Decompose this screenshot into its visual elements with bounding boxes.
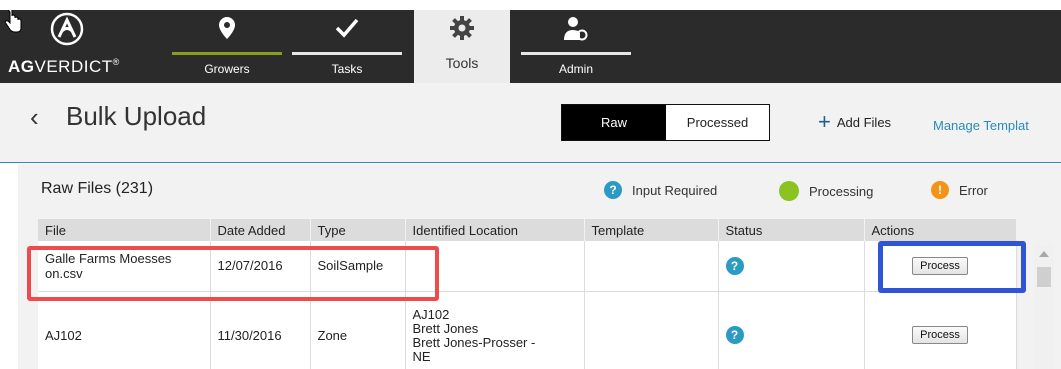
legend-input-required: ? Input Required bbox=[604, 181, 717, 199]
admin-tab-underline bbox=[521, 52, 631, 55]
raw-toggle-button[interactable]: Raw bbox=[562, 105, 666, 140]
location-line: NE bbox=[412, 349, 431, 364]
hand-cursor-icon bbox=[4, 10, 22, 33]
location-line: Brett Jones bbox=[412, 321, 479, 336]
location-pin-icon bbox=[219, 17, 235, 39]
column-header-status[interactable]: Status bbox=[718, 219, 865, 241]
identified-location-cell: AJ102 Brett Jones Brett Jones-Prosser - … bbox=[405, 291, 585, 369]
vertical-scrollbar[interactable] bbox=[1034, 245, 1054, 369]
plus-icon: + bbox=[818, 109, 831, 134]
template-cell[interactable] bbox=[584, 291, 719, 369]
question-icon: ? bbox=[604, 181, 622, 199]
file-cell: AJ102 bbox=[38, 291, 211, 369]
processing-dot-icon bbox=[779, 181, 799, 201]
scroll-up-arrow-icon[interactable] bbox=[1039, 251, 1049, 257]
add-files-label: Add Files bbox=[836, 114, 892, 130]
file-name-line: Galle Farms Moesses bbox=[45, 250, 172, 266]
tab-label: Tools bbox=[445, 55, 479, 71]
type-cell: Zone bbox=[310, 291, 406, 369]
scrollbar-thumb[interactable] bbox=[1037, 267, 1051, 287]
column-header-type[interactable]: Type bbox=[310, 219, 406, 241]
tab-growers[interactable]: Growers bbox=[172, 10, 282, 83]
template-cell[interactable] bbox=[584, 241, 719, 292]
column-header-file[interactable]: File bbox=[38, 219, 211, 241]
file-name-line: on.csv bbox=[45, 265, 83, 281]
actions-cell: Process bbox=[864, 291, 1017, 369]
location-line: Brett Jones-Prosser - bbox=[412, 335, 536, 350]
question-icon[interactable]: ? bbox=[725, 256, 744, 275]
legend-processing: Processing bbox=[779, 181, 873, 201]
agverdict-logo-icon bbox=[50, 12, 84, 46]
column-header-actions: Actions bbox=[864, 219, 1017, 241]
legend-error: ! Error bbox=[931, 181, 988, 199]
location-line: AJ102 bbox=[412, 307, 450, 322]
agverdict-logo[interactable]: AGVERDICT® bbox=[0, 10, 160, 83]
tab-label: Admin bbox=[558, 62, 593, 76]
legend-label: Input Required bbox=[632, 182, 718, 198]
status-cell: ? bbox=[718, 241, 865, 292]
column-header-template[interactable]: Template bbox=[584, 219, 719, 241]
error-icon: ! bbox=[931, 181, 949, 199]
file-cell: Galle Farms Moesses on.csv bbox=[38, 241, 211, 292]
growers-tab-underline bbox=[172, 52, 282, 55]
raw-files-heading: Raw Files (231) bbox=[41, 180, 154, 197]
legend-label: Error bbox=[959, 182, 988, 198]
actions-cell: Process bbox=[864, 241, 1017, 292]
column-header-identified-location[interactable]: Identified Location bbox=[405, 219, 585, 241]
tab-label: Tasks bbox=[331, 62, 363, 76]
status-cell: ? bbox=[718, 291, 865, 369]
window-top-strip bbox=[0, 0, 1061, 10]
top-navigation-bar: AGVERDICT® Growers Tasks Tools Admin bbox=[0, 0, 1061, 83]
legend-label: Processing bbox=[809, 183, 874, 199]
gear-icon bbox=[450, 16, 474, 40]
file-name-line: AJ102 bbox=[45, 327, 82, 343]
identified-location-cell bbox=[405, 241, 585, 292]
type-cell: SoilSample bbox=[310, 241, 406, 292]
raw-files-table: File Date Added Type Identified Location… bbox=[38, 219, 1017, 369]
brand-wordmark: AGVERDICT® bbox=[8, 57, 120, 76]
processed-toggle-button[interactable]: Processed bbox=[666, 105, 769, 140]
date-added-cell: 11/30/2016 bbox=[210, 291, 311, 369]
tab-tasks[interactable]: Tasks bbox=[292, 10, 402, 83]
back-chevron-icon[interactable]: ‹ bbox=[30, 102, 39, 133]
table-row[interactable]: Galle Farms Moesses on.csv 12/07/2016 So… bbox=[38, 241, 1017, 292]
checkmark-icon bbox=[335, 18, 359, 38]
tab-tools[interactable]: Tools bbox=[414, 10, 510, 83]
user-gear-icon bbox=[564, 17, 588, 41]
column-header-date-added[interactable]: Date Added bbox=[210, 219, 311, 241]
process-button[interactable]: Process bbox=[912, 326, 968, 344]
page-title: Bulk Upload bbox=[66, 101, 207, 131]
process-button[interactable]: Process bbox=[912, 256, 968, 275]
add-files-button[interactable]: + Add Files bbox=[818, 109, 892, 134]
tasks-tab-underline bbox=[292, 52, 402, 55]
table-row[interactable]: AJ102 11/30/2016 Zone AJ102 Brett Jones … bbox=[38, 291, 1017, 369]
manage-templates-link[interactable]: Manage Templat bbox=[933, 118, 1029, 133]
date-added-cell: 12/07/2016 bbox=[210, 241, 311, 292]
table-header-row: File Date Added Type Identified Location… bbox=[38, 219, 1017, 241]
tab-label: Growers bbox=[204, 62, 250, 76]
question-icon[interactable]: ? bbox=[725, 326, 744, 344]
tab-admin[interactable]: Admin bbox=[521, 10, 631, 83]
raw-processed-toggle: Raw Processed bbox=[561, 104, 770, 141]
